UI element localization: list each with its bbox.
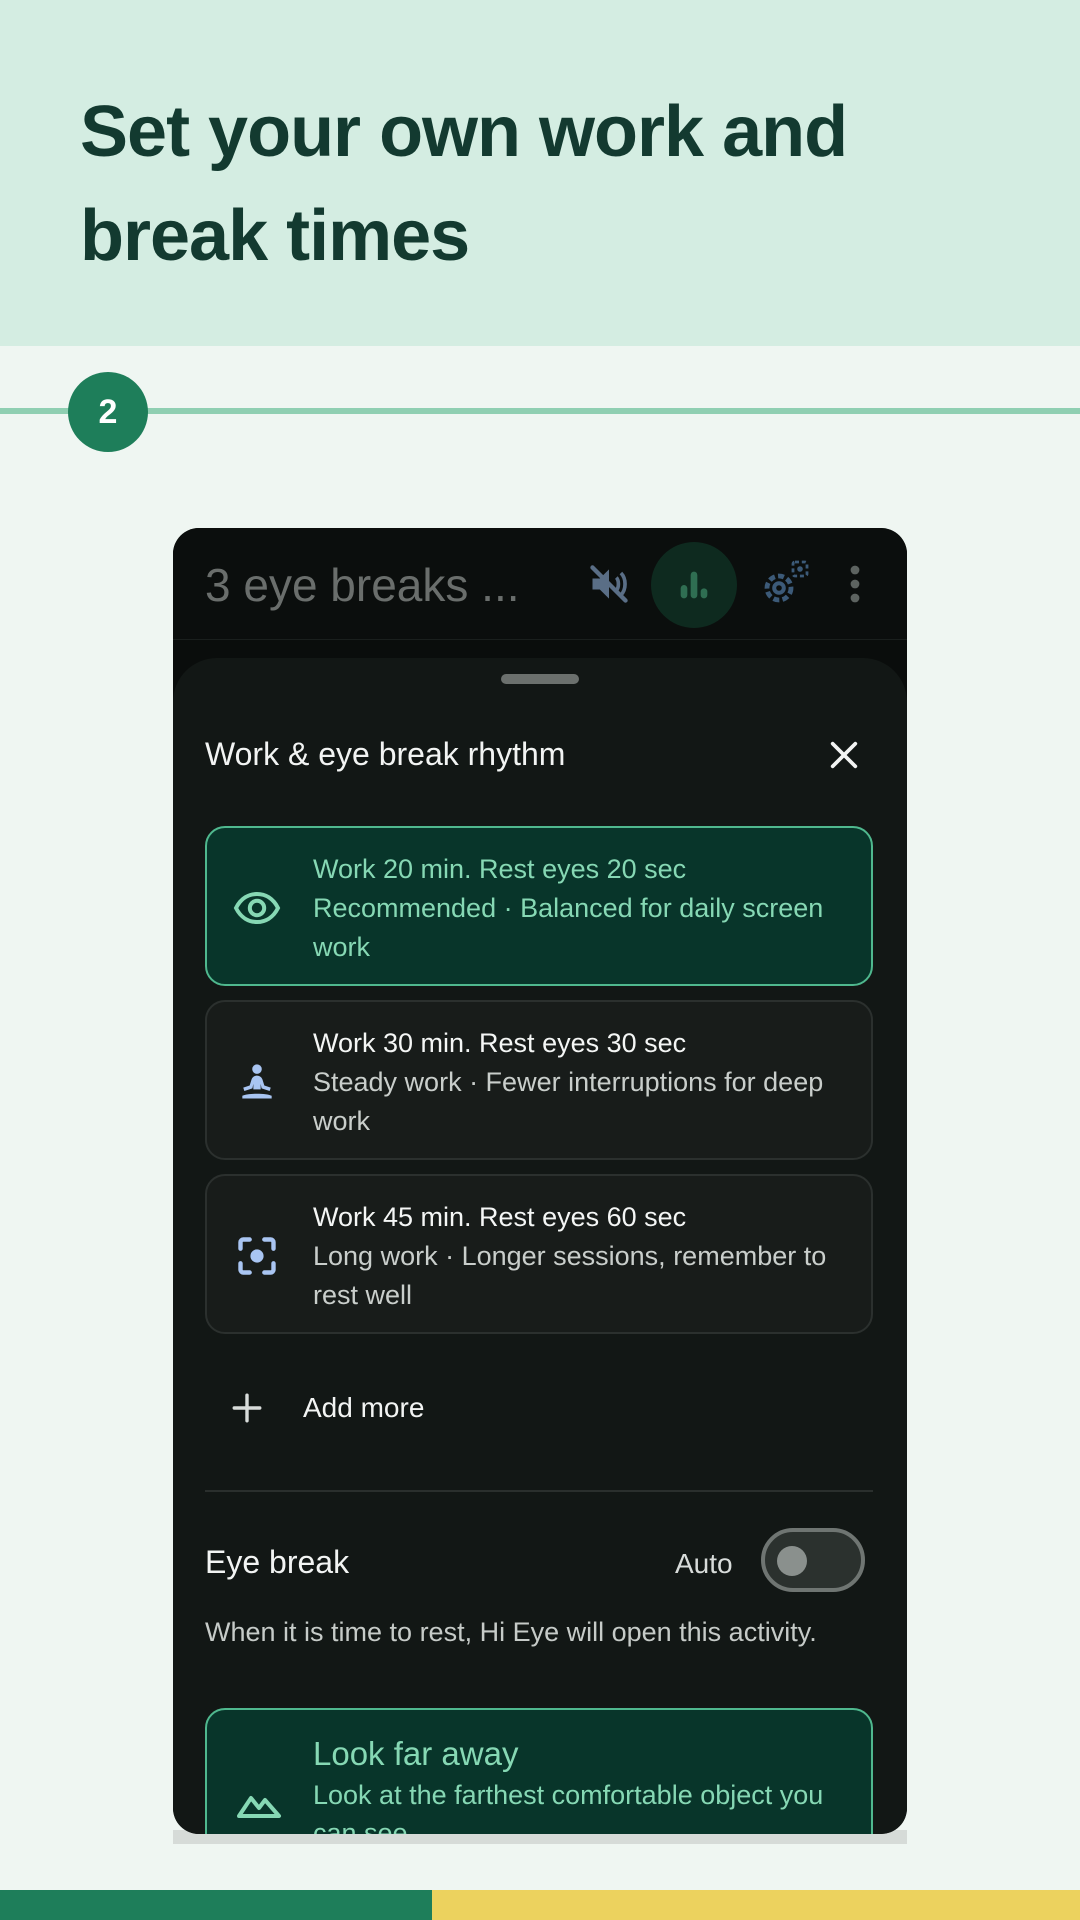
app-title: 3 eye breaks ... [205, 559, 520, 611]
mute-icon[interactable] [581, 556, 637, 612]
sheet-title: Work & eye break rhythm [205, 736, 566, 772]
landscape-icon [233, 1776, 285, 1828]
eye-icon [227, 878, 287, 938]
footer-bar-yellow [432, 1890, 1080, 1920]
hero-title: Set your own work and break times [80, 92, 848, 276]
activity-card[interactable]: Look far away Look at the farthest comfo… [205, 1708, 873, 1834]
option-title: Work 45 min. Rest eyes 60 sec [313, 1202, 687, 1232]
option-description: Recommended · Balanced for daily screen … [313, 893, 824, 962]
rhythm-option-30[interactable]: Work 30 min. Rest eyes 30 sec Steady wor… [205, 1000, 873, 1160]
step-divider [0, 408, 1080, 414]
rhythm-option-45[interactable]: Work 45 min. Rest eyes 60 sec Long work … [205, 1174, 873, 1334]
stats-icon [680, 571, 708, 599]
option-description: Long work · Longer sessions, remember to… [313, 1241, 827, 1310]
phone-screen: 3 eye breaks ... Work & eye break rhythm… [173, 528, 907, 1834]
hero-banner: Set your own work and break times [0, 0, 1080, 346]
app-bar: 3 eye breaks ... [173, 528, 907, 640]
divider [205, 1490, 873, 1492]
eye-break-title: Eye break [205, 1544, 350, 1580]
focus-icon [227, 1226, 287, 1286]
eye-break-description: When it is time to rest, Hi Eye will ope… [205, 1617, 817, 1647]
activity-title: Look far away [313, 1735, 519, 1772]
more-icon[interactable] [827, 556, 883, 612]
drag-handle[interactable] [501, 674, 579, 684]
option-description: Steady work · Fewer interruptions for de… [313, 1067, 824, 1136]
add-more-button[interactable]: Add more [205, 1368, 505, 1448]
step-badge: 2 [68, 372, 148, 452]
option-title: Work 20 min. Rest eyes 20 sec [313, 854, 687, 884]
close-icon [830, 741, 858, 769]
auto-toggle[interactable] [761, 1528, 865, 1592]
add-more-label: Add more [303, 1392, 425, 1423]
activity-description: Look at the farthest comfortable object … [313, 1780, 824, 1834]
stats-button[interactable] [651, 542, 737, 628]
meditation-icon [227, 1052, 287, 1112]
footer-bar-green [0, 1890, 432, 1920]
close-button[interactable] [817, 728, 871, 782]
auto-label: Auto [675, 1548, 733, 1579]
plus-icon [225, 1386, 269, 1430]
settings-icon[interactable] [757, 556, 813, 612]
rhythm-option-20[interactable]: Work 20 min. Rest eyes 20 sec Recommende… [205, 826, 873, 986]
toggle-knob [777, 1546, 807, 1576]
option-title: Work 30 min. Rest eyes 30 sec [313, 1028, 687, 1058]
